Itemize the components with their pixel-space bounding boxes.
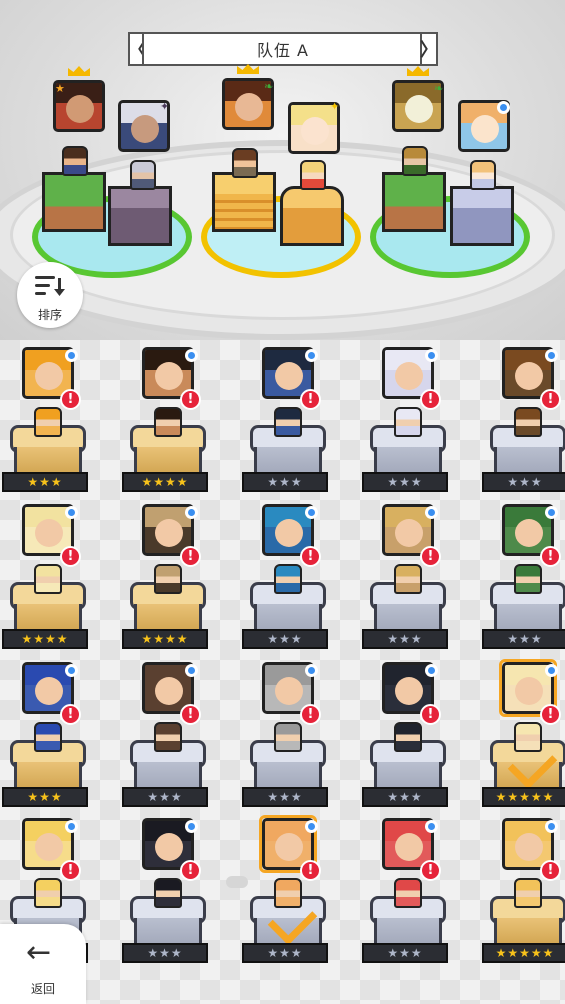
- star-rating: ★★★: [482, 472, 565, 492]
- star-rating: ★★★★★: [482, 943, 565, 963]
- hero-sprite: [274, 407, 302, 437]
- element-badge-icon: [185, 820, 198, 833]
- hero-sprite: [300, 160, 326, 190]
- star-rating: ★★★: [362, 629, 448, 649]
- back-button[interactable]: ← 返回: [0, 924, 86, 1004]
- star-rating: ★★★: [242, 629, 328, 649]
- star-rating: ★★★: [482, 629, 565, 649]
- star-rating: ★★★: [122, 787, 208, 807]
- star-rating: ★★★: [242, 943, 328, 963]
- hero-sprite: [232, 148, 258, 178]
- hero-sprite: [154, 407, 182, 437]
- hero-sprite: [394, 722, 422, 752]
- star-rating: ★★★: [122, 943, 208, 963]
- star-rating: ★★★: [362, 943, 448, 963]
- hero-sprite: [394, 878, 422, 908]
- grass-block: [382, 172, 446, 232]
- next-team-button[interactable]: 〉: [420, 32, 438, 66]
- star-rating: ★★★★: [122, 472, 208, 492]
- sort-button[interactable]: 排序: [17, 262, 83, 328]
- hero-sprite: [154, 878, 182, 908]
- element-badge-icon: [545, 820, 558, 833]
- star-rating: ★★★★: [2, 629, 88, 649]
- hero-sprite: [514, 564, 542, 594]
- hero-sprite: [154, 722, 182, 752]
- hero-sprite: [34, 722, 62, 752]
- element-badge-icon: [65, 349, 78, 362]
- sort-icon: [35, 276, 65, 296]
- back-label: 返回: [30, 982, 55, 996]
- sort-label: 排序: [37, 308, 62, 322]
- element-badge-icon: [425, 664, 438, 677]
- hero-sprite: [394, 564, 422, 594]
- element-badge-icon: [65, 664, 78, 677]
- team-selector: 〈 队伍 A 〉: [128, 32, 438, 68]
- star-rating: ★★★: [2, 472, 88, 492]
- element-badge-icon: [425, 820, 438, 833]
- team-title: 队伍 A: [142, 32, 424, 66]
- hero-sprite: [62, 146, 88, 176]
- hero-sprite: [274, 722, 302, 752]
- element-badge-icon: [185, 349, 198, 362]
- element-badge-icon: [305, 506, 318, 519]
- star-rating: ★★★★: [122, 629, 208, 649]
- hero-sprite: [514, 407, 542, 437]
- hero-sprite: [130, 160, 156, 190]
- hero-sprite: [402, 146, 428, 176]
- hero-sprite: [34, 878, 62, 908]
- snow-block: [450, 186, 514, 246]
- hero-sprite: [394, 407, 422, 437]
- star-rating: ★★★: [362, 472, 448, 492]
- cheese-block: [212, 172, 276, 232]
- hero-sprite: [470, 160, 496, 190]
- leaf-element-icon: ❧: [264, 80, 274, 93]
- element-badge-icon: [305, 349, 318, 362]
- element-badge-icon: [65, 506, 78, 519]
- element-badge-icon: [65, 820, 78, 833]
- star-rating: ★★★: [362, 787, 448, 807]
- hero-sprite: [514, 878, 542, 908]
- hero-sprite: [154, 564, 182, 594]
- star-rating: ★★★: [242, 787, 328, 807]
- scroll-indicator: [226, 876, 248, 888]
- hero-sprite: [274, 564, 302, 594]
- element-badge-icon: [425, 349, 438, 362]
- element-badge-icon: [545, 349, 558, 362]
- star-rating: ★★★: [242, 472, 328, 492]
- back-arrow-icon: ←: [26, 935, 52, 970]
- element-badge-icon: [185, 664, 198, 677]
- element-badge-icon: [305, 820, 318, 833]
- star-rating: ★★★: [2, 787, 88, 807]
- stone-block: [108, 186, 172, 246]
- leaf-element-icon: ❧: [434, 82, 444, 95]
- grass-block: [42, 172, 106, 232]
- hero-sprite: [34, 407, 62, 437]
- star-rating: ★★★★★: [482, 787, 565, 807]
- star-element-icon: ★: [55, 82, 65, 95]
- dark-element-icon: ✦: [160, 100, 170, 113]
- element-badge-icon: [545, 664, 558, 677]
- element-badge-icon: [545, 506, 558, 519]
- hero-sprite: [34, 564, 62, 594]
- light-element-icon: ✦: [330, 100, 340, 113]
- water-element-icon: [497, 101, 510, 114]
- element-badge-icon: [425, 506, 438, 519]
- heart-block: [280, 186, 344, 246]
- element-badge-icon: [305, 664, 318, 677]
- element-badge-icon: [185, 506, 198, 519]
